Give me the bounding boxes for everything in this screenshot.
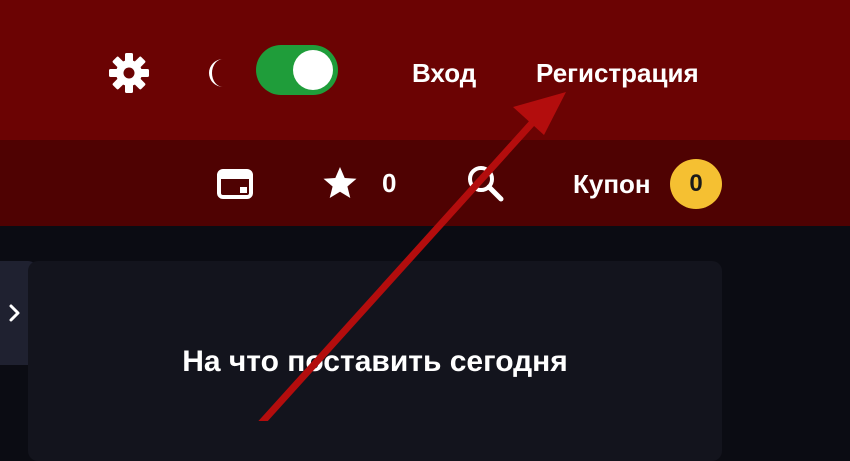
theme-toggle[interactable]: [256, 45, 338, 95]
card-title: На что поставить сегодня: [182, 345, 568, 378]
coupon-count-badge[interactable]: 0: [670, 159, 722, 209]
header: Вход Регистрация: [0, 0, 850, 140]
login-link[interactable]: Вход: [412, 58, 476, 89]
search-icon[interactable]: [465, 163, 505, 203]
subheader: 0 Купон 0: [0, 140, 850, 226]
moon-icon: [209, 59, 223, 87]
coupon-label[interactable]: Купон: [573, 169, 651, 200]
favorites-count: 0: [382, 168, 397, 198]
star-icon[interactable]: [321, 165, 359, 201]
recommendations-card: На что поставить сегодня: [28, 261, 722, 461]
toggle-knob: [293, 50, 333, 90]
gear-icon[interactable]: [107, 51, 151, 95]
chevron-right-icon: [9, 304, 20, 322]
calendar-icon[interactable]: [216, 165, 254, 201]
register-link[interactable]: Регистрация: [536, 58, 699, 89]
